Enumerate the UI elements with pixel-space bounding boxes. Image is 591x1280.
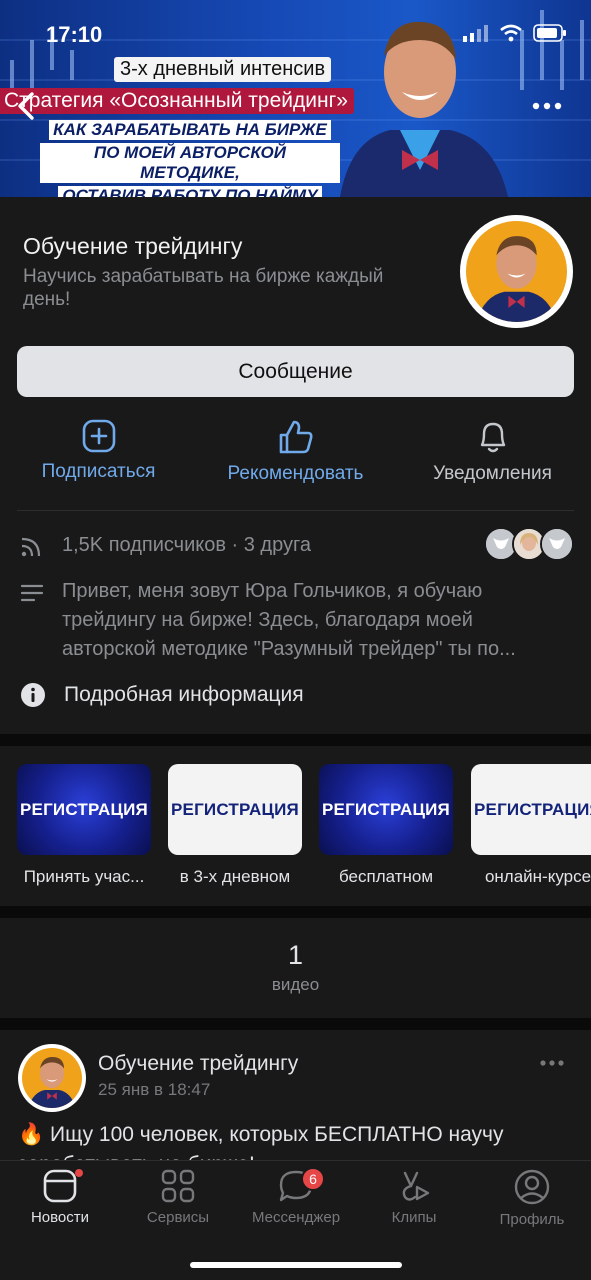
link-card[interactable]: РЕГИСТРАЦИЯ в 3-х дневном [168, 764, 302, 887]
friends-avatars[interactable] [484, 527, 574, 561]
post-date: 25 янв в 18:47 [98, 1080, 211, 1099]
tab-profile-label: Профиль [499, 1211, 565, 1228]
tab-services[interactable]: Сервисы [119, 1169, 237, 1226]
status-time: 17:10 [46, 22, 103, 47]
message-button[interactable]: Сообщение [17, 346, 574, 397]
post-avatar-photo [22, 1048, 82, 1108]
clips-icon [402, 1171, 430, 1201]
more-icon[interactable] [531, 96, 563, 116]
card-thumb: РЕГИСТРАЦИЯ [471, 764, 591, 855]
text-lines-icon [20, 584, 44, 602]
post-avatar[interactable] [18, 1044, 86, 1112]
card-caption: бесплатном [338, 867, 434, 886]
card-thumb: РЕГИСТРАЦИЯ [17, 764, 151, 855]
plus-square-icon [82, 419, 115, 453]
cover-image: 3-х дневный интенсив Стратегия «Осознанн… [0, 0, 591, 197]
card-caption: Принять учас... [23, 867, 145, 886]
default-avatar-icon [542, 529, 572, 559]
videos-counter[interactable]: 1 видео [0, 918, 591, 1018]
home-indicator [190, 1262, 402, 1268]
recommend-button[interactable]: Рекомендовать [197, 419, 394, 489]
recommend-label: Рекомендовать [227, 463, 364, 484]
tab-messenger-label: Мессенджер [251, 1209, 341, 1226]
services-icon [161, 1169, 195, 1203]
back-icon[interactable] [12, 88, 42, 124]
page-title: Обучение трейдингу [23, 233, 243, 259]
avatar-photo [466, 221, 567, 322]
description-row[interactable]: Привет, меня зовут Юра Гольчиков, я обуч… [20, 577, 572, 664]
description-text: Привет, меня зовут Юра Гольчиков, я обуч… [62, 580, 516, 660]
info-icon [21, 683, 45, 707]
link-card[interactable]: РЕГИСТРАЦИЯ Принять учас... [17, 764, 151, 887]
link-card[interactable]: РЕГИСТРАЦИЯ бесплатном [319, 764, 453, 887]
videos-count: 1 [287, 940, 304, 970]
subscribe-button[interactable]: Подписаться [0, 419, 197, 489]
more-info-label: Подробная информация [64, 683, 304, 706]
card-caption: в 3-х дневном [179, 867, 291, 886]
tab-profile[interactable]: Профиль [473, 1169, 591, 1228]
tab-news-label: Новости [30, 1209, 90, 1226]
signal-icon [463, 25, 488, 42]
post-more-icon[interactable] [539, 1058, 565, 1068]
cover-banner-line1: 3-х дневный интенсив [114, 57, 332, 82]
tab-services-label: Сервисы [146, 1209, 210, 1226]
friend-avatar [540, 527, 574, 561]
link-card[interactable]: РЕГИСТРАЦИЯ онлайн-курсе [471, 764, 591, 887]
divider [17, 510, 574, 511]
status-icons [463, 24, 567, 42]
followers-count: 1,5K подписчиков · 3 друга [62, 534, 311, 556]
avatar[interactable] [460, 215, 573, 328]
subscribe-label: Подписаться [41, 461, 156, 482]
tab-news[interactable]: Новости [1, 1169, 119, 1226]
cover-banner-line3: Как зарабатывать на бирже по моей авторс… [40, 120, 340, 197]
more-info-link[interactable]: Подробная информация [20, 682, 304, 708]
news-dot-badge [75, 1169, 83, 1177]
videos-label: видео [271, 975, 320, 994]
news-icon [43, 1169, 77, 1203]
card-caption: онлайн-курсе [484, 867, 591, 886]
messenger-badge: 6 [301, 1167, 325, 1191]
battery-icon [533, 24, 566, 42]
tab-clips[interactable]: Клипы [355, 1169, 473, 1226]
card-thumb: РЕГИСТРАЦИЯ [319, 764, 453, 855]
links-carousel: РЕГИСТРАЦИЯ Принять учас... РЕГИСТРАЦИЯ … [0, 746, 591, 906]
wifi-icon [500, 24, 522, 42]
post-author[interactable]: Обучение трейдингу [98, 1052, 298, 1076]
group-status: Научись зарабатывать на бирже каждый ден… [23, 266, 384, 310]
profile-header: Обучение трейдингу Научись зарабатывать … [0, 197, 591, 734]
rss-icon [21, 537, 41, 557]
notifications-label: Уведомления [433, 463, 552, 484]
bell-icon [480, 422, 505, 453]
notifications-button[interactable]: Уведомления [394, 419, 591, 489]
followers-row[interactable]: 1,5K подписчиков · 3 друга [20, 531, 311, 560]
action-bar: Подписаться Рекомендовать Уведомления [0, 419, 591, 489]
tab-clips-label: Клипы [391, 1209, 437, 1226]
profile-icon [514, 1169, 550, 1205]
thumbs-up-icon [279, 420, 312, 454]
cover-banner-line2: Стратегия «Осознанный трейдинг» [0, 88, 354, 114]
card-thumb: РЕГИСТРАЦИЯ [168, 764, 302, 855]
tab-messenger[interactable]: 6 Мессенджер [237, 1167, 355, 1226]
